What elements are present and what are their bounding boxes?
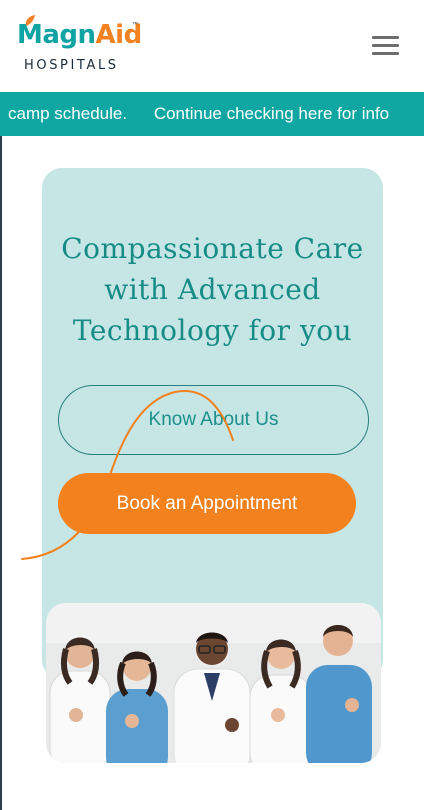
ticker-item: camp schedule. <box>8 104 128 123</box>
announcement-ticker: camp schedule. Continue checking here fo… <box>0 92 424 136</box>
hero-title: Compassionate Care with Advanced Technol… <box>42 228 383 351</box>
trademark-symbol: ™ <box>132 22 138 28</box>
book-appointment-button[interactable]: Book an Appointment <box>58 473 356 534</box>
brand-logo[interactable]: MagnAid ™ HOSPITALS <box>17 15 147 78</box>
brand-name-part1: Magn <box>17 20 96 50</box>
hamburger-menu-icon[interactable] <box>372 36 399 56</box>
ticker-item: Continue checking here for info <box>153 104 390 123</box>
hero-title-line: Compassionate Care <box>61 232 364 265</box>
doctors-illustration <box>46 603 381 763</box>
site-header: MagnAid ™ HOSPITALS <box>0 0 424 92</box>
hero-title-line: Technology for you <box>72 314 353 347</box>
hero-title-line: with Advanced <box>104 273 321 306</box>
brand-wordmark: MagnAid <box>17 20 142 50</box>
ticker-text: camp schedule. Continue checking here fo… <box>8 104 411 124</box>
brand-subtitle: HOSPITALS <box>24 58 119 73</box>
know-about-us-button[interactable]: Know About Us <box>58 385 369 455</box>
doctors-team-photo <box>46 603 381 763</box>
